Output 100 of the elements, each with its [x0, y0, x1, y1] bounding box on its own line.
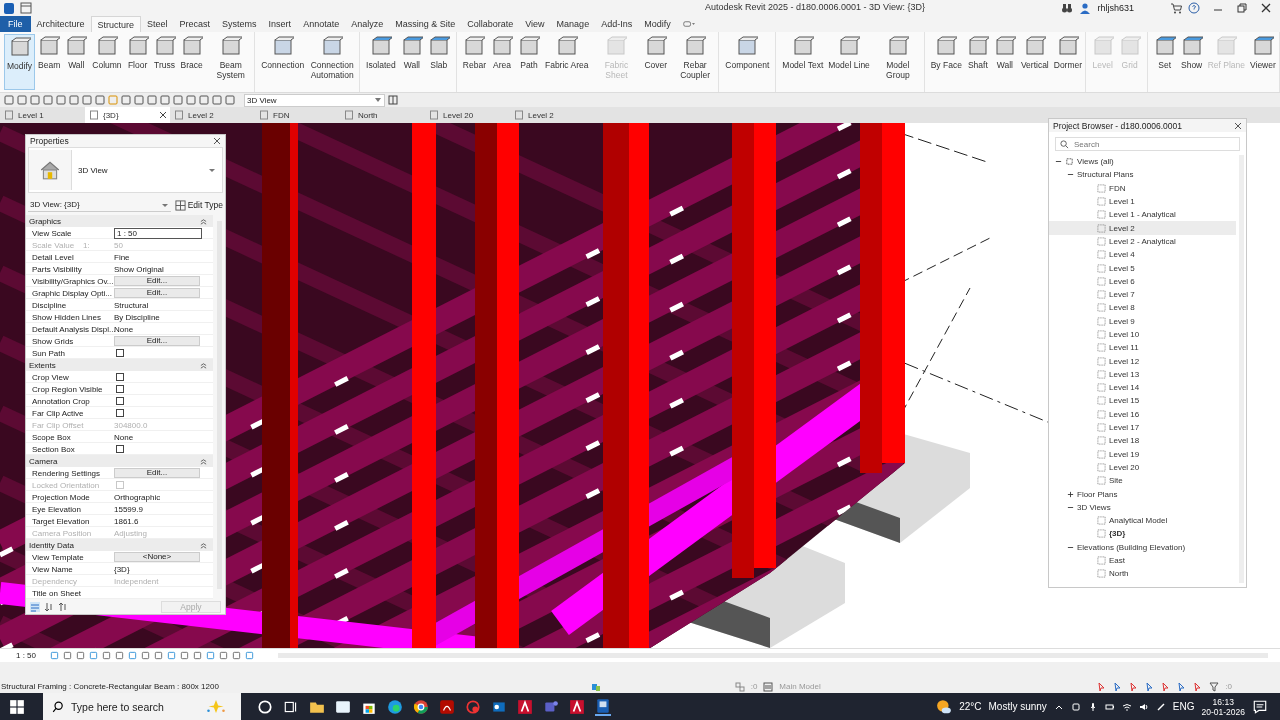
ribbon-tab[interactable]: Add-Ins	[595, 16, 639, 32]
browser-item[interactable]: Level 7	[1109, 290, 1135, 300]
ribbon-tool-button[interactable]: Set	[1151, 34, 1178, 90]
ribbon-tool-button[interactable]: Connection Automation	[307, 34, 358, 90]
ribbon-tool-button[interactable]: Path	[515, 34, 542, 90]
sort-ascending-icon[interactable]	[44, 601, 54, 612]
cart-icon[interactable]	[1170, 2, 1182, 14]
ribbon-tool-button[interactable]: Cover	[642, 34, 670, 90]
browser-item[interactable]: Level 1 - Analytical	[1109, 210, 1176, 220]
ribbon-tool-button[interactable]: Rebar Coupler	[670, 34, 721, 90]
ribbon-tool-button[interactable]: Wall	[991, 34, 1018, 90]
clock-date[interactable]: 20-01-2026	[1201, 706, 1245, 717]
browser-item[interactable]: Level 8	[1109, 303, 1135, 313]
user-name[interactable]: rhljsh631	[1097, 3, 1134, 13]
close-icon[interactable]	[1234, 121, 1242, 130]
ribbon-tool-button[interactable]: Floor	[124, 34, 151, 90]
ribbon-tool-button[interactable]: Beam	[36, 34, 63, 90]
ribbon-tab[interactable]: Analyze	[345, 16, 390, 32]
checkbox[interactable]	[116, 349, 124, 357]
team-app-icon[interactable]	[543, 698, 559, 715]
instance-dropdown[interactable]: 3D View: {3D}	[28, 198, 171, 212]
taskbar-search-field[interactable]: Type here to search	[43, 693, 241, 720]
browser-item[interactable]: Level 6	[1109, 276, 1135, 286]
close-icon[interactable]	[1260, 2, 1272, 14]
app-logo-icon[interactable]	[4, 2, 14, 14]
document-tab[interactable]: Level 20	[425, 107, 510, 123]
edit-type-button[interactable]: Edit Type	[174, 199, 223, 211]
ribbon-tool-button[interactable]: Dormer	[1051, 34, 1085, 90]
ribbon-tab[interactable]: View	[519, 16, 551, 32]
ribbon-tab[interactable]: Collaborate	[461, 16, 520, 32]
worksets-icon[interactable]	[591, 681, 601, 692]
ribbon-tab[interactable]: Annotate	[297, 16, 346, 32]
edit-button[interactable]: Edit...	[114, 468, 200, 478]
ribbon-tool-button[interactable]: Beam System	[205, 34, 256, 90]
cad-app-icon[interactable]	[517, 698, 533, 715]
browser-item[interactable]: Level 14	[1109, 383, 1140, 393]
edit-button[interactable]: Edit...	[114, 276, 200, 286]
browser-item[interactable]: Structural Plans	[1077, 170, 1134, 180]
restore-icon[interactable]	[1236, 2, 1248, 14]
camera-icon[interactable]	[1070, 701, 1081, 712]
section-header[interactable]: Graphics	[26, 215, 213, 227]
design-options-icon[interactable]	[763, 681, 774, 692]
ribbon-tool-button[interactable]: Connection	[259, 34, 307, 90]
close-icon[interactable]	[213, 137, 221, 145]
edit-button[interactable]: Edit...	[114, 288, 200, 298]
browser-item[interactable]: {3D}	[1109, 529, 1126, 539]
view-selector-dropdown[interactable]: 3D View	[244, 93, 385, 107]
browser-item[interactable]: Site	[1109, 476, 1123, 486]
browser-item[interactable]: 3D Views	[1077, 502, 1111, 512]
checkbox[interactable]	[116, 397, 124, 405]
close-icon[interactable]	[159, 111, 167, 119]
app-icon[interactable]	[335, 698, 351, 715]
browser-item[interactable]: Level 16	[1109, 409, 1140, 419]
view-scale[interactable]: 1 : 50	[0, 651, 46, 660]
browser-item[interactable]: North	[1109, 569, 1129, 579]
browser-item[interactable]: Views (all)	[1077, 157, 1114, 167]
browser-item[interactable]: Level 5	[1109, 263, 1135, 273]
document-tab[interactable]: {3D}	[85, 107, 170, 123]
ribbon-tool-button[interactable]: Modify	[4, 34, 36, 90]
ribbon-tool-button[interactable]: Wall	[63, 34, 90, 90]
ribbon-tool-button[interactable]: Model Text	[780, 34, 826, 90]
browser-item[interactable]: Analytical Model	[1109, 516, 1168, 526]
ribbon-tool-button[interactable]: Truss	[151, 34, 178, 90]
ribbon-tool-button[interactable]: Shaft	[964, 34, 991, 90]
section-header[interactable]: Identity Data	[26, 539, 213, 551]
ribbon-tool-button[interactable]: Model Line	[826, 34, 872, 90]
expand-icon[interactable]	[1067, 490, 1074, 498]
ribbon-tool-button[interactable]: Slab	[425, 34, 452, 90]
pen-icon[interactable]	[1155, 701, 1166, 712]
ribbon-tool-button[interactable]: Rebar	[460, 34, 488, 90]
browser-item[interactable]: Floor Plans	[1077, 489, 1118, 499]
ribbon-tab[interactable]: Insert	[262, 16, 298, 32]
browser-item[interactable]: Level 17	[1109, 423, 1140, 433]
browser-item[interactable]: Level 20	[1109, 462, 1140, 472]
cortana-circle-icon[interactable]	[257, 698, 273, 715]
pdf-app-icon[interactable]	[439, 698, 455, 715]
document-tab[interactable]: Level 2	[170, 107, 255, 123]
value-field[interactable]: 1 : 50	[114, 227, 202, 239]
ribbon-tool-button[interactable]: Isolated	[364, 34, 398, 90]
browser-item[interactable]: East	[1109, 556, 1125, 566]
browser-item[interactable]: Level 18	[1109, 436, 1140, 446]
browser-item[interactable]: Level 9	[1109, 316, 1135, 326]
browser-item[interactable]: FDN	[1109, 183, 1126, 193]
panel-toggle-icon[interactable]	[682, 18, 695, 30]
section-header[interactable]: Camera	[26, 455, 213, 467]
filter-icon[interactable]	[1209, 681, 1220, 692]
revit-app-icon[interactable]	[595, 697, 611, 716]
search-field[interactable]: Search	[1055, 137, 1240, 151]
browser-item[interactable]: Level 12	[1109, 356, 1140, 366]
browser-item[interactable]: Level 10	[1109, 330, 1140, 339]
wifi-icon[interactable]	[1121, 701, 1132, 712]
browser-item[interactable]: Level 2	[1109, 223, 1135, 233]
ribbon-tab[interactable]: Manage	[550, 16, 596, 32]
checkbox[interactable]	[116, 385, 124, 393]
browser-circle-icon[interactable]	[413, 698, 429, 715]
browser-item[interactable]: Level 15	[1109, 396, 1140, 406]
browser-item[interactable]: Level 13	[1109, 369, 1140, 379]
browser-swirl-icon[interactable]	[387, 698, 403, 715]
ribbon-tab[interactable]: Massing & Site	[389, 16, 462, 32]
ribbon-tab[interactable]: Architecture	[30, 16, 91, 32]
